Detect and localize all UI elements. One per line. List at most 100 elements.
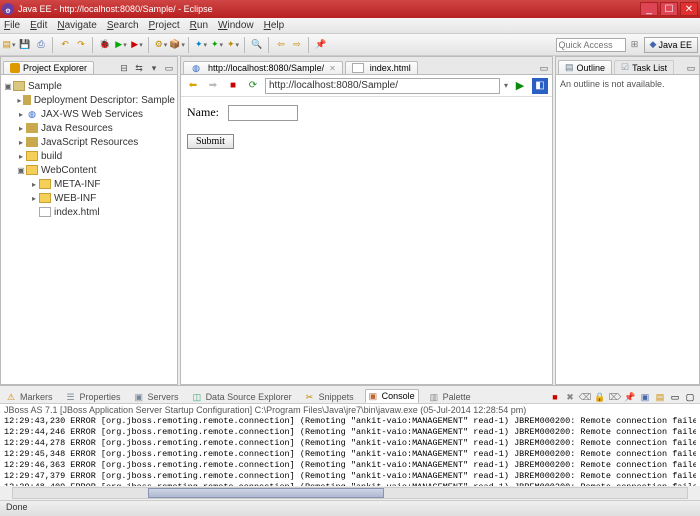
redo-icon[interactable]: ↷ [74,38,88,52]
globe-icon: ◍ [26,109,38,119]
maximize-button[interactable]: ☐ [660,2,678,16]
pin-icon[interactable]: 📌 [314,38,328,52]
menu-run[interactable]: Run [190,20,208,31]
tab-snippets[interactable]: ✂Snippets [303,391,357,403]
minimize-button[interactable]: _ [640,2,658,16]
scroll-lock-icon[interactable]: 🔒 [594,391,606,403]
palette-icon: ▥ [430,392,440,402]
clear-console-icon[interactable]: ⌦ [609,391,621,403]
browser-stop-icon[interactable]: ■ [225,78,241,94]
nav-back-icon[interactable]: ⇦ [274,38,288,52]
tab-console[interactable]: ▣Console [365,389,419,403]
name-label: Name: [187,105,219,119]
tab-palette[interactable]: ▥Palette [427,391,474,403]
new-server-icon[interactable]: ⚙ [154,38,168,52]
run-ext-icon[interactable]: ▶ [130,38,144,52]
menu-search[interactable]: Search [107,20,139,31]
open-console-icon[interactable]: ▤ [654,391,666,403]
save-all-icon[interactable]: ⎙ [34,38,48,52]
nav-fwd-icon[interactable]: ⇨ [290,38,304,52]
remove-launch-icon[interactable]: ✖ [564,391,576,403]
console-output[interactable]: 12:29:43,230 ERROR [org.jboss.remoting.r… [0,416,700,486]
console-scrollbar[interactable] [0,486,700,500]
wizard-icon[interactable]: ✦ [194,38,208,52]
package-icon[interactable]: 📦 [170,38,184,52]
outline-title: Outline [577,63,606,73]
tab-properties[interactable]: ☰Properties [64,391,124,403]
menu-edit[interactable]: Edit [30,20,47,31]
tree-item[interactable]: Deployment Descriptor: Sample [34,95,175,106]
eclipse-icon: ۞ [2,3,14,15]
view-menu-icon[interactable]: ▾ [148,62,160,74]
tab-markers[interactable]: ⚠Markers [4,391,56,403]
maximize-bottom-icon[interactable]: ▢ [684,391,696,403]
tree-item[interactable]: JAX-WS Web Services [41,109,143,120]
minimize-bottom-icon[interactable]: ▭ [669,391,681,403]
address-bar[interactable]: http://localhost:8080/Sample/ [265,78,500,94]
pin-console-icon[interactable]: 📌 [624,391,636,403]
console-header: JBoss AS 7.1 [JBoss Application Server S… [0,404,700,416]
browser-refresh-icon[interactable]: ⟳ [245,78,261,94]
project-explorer-tab[interactable]: Project Explorer [3,61,94,74]
tree-item[interactable]: WEB-INF [54,193,96,204]
collapse-all-icon[interactable]: ⊟ [118,62,130,74]
browser-menu-icon[interactable]: ◧ [532,78,548,94]
menubar: File Edit Navigate Search Project Run Wi… [0,18,700,34]
editor-tab-browser[interactable]: ◍ http://localhost:8080/Sample/ ✕ [183,61,343,74]
tree-root[interactable]: Sample [28,81,62,92]
tree-item[interactable]: index.html [54,207,100,218]
close-tab-icon[interactable]: ✕ [329,64,336,73]
address-dropdown-icon[interactable]: ▾ [504,81,508,90]
browser-forward-icon[interactable]: ➡ [205,78,221,94]
debug-icon[interactable]: 🐞 [98,38,112,52]
minimize-view-icon[interactable]: ▭ [163,62,175,74]
menu-file[interactable]: File [4,20,20,31]
search-icon[interactable]: 🔍 [250,38,264,52]
project-tree[interactable]: ▣Sample ▸Deployment Descriptor: Sample ▸… [1,75,177,384]
perspective-javaee[interactable]: ◆ Java EE [644,37,698,53]
menu-window[interactable]: Window [218,20,254,31]
browser-back-icon[interactable]: ⬅ [185,78,201,94]
terminate-icon[interactable]: ■ [549,391,561,403]
open-perspective-icon[interactable]: ⊞ [628,38,642,52]
maximize-editor-icon[interactable]: ▭ [538,62,550,74]
console-line: 12:29:44,278 ERROR [org.jboss.remoting.r… [4,438,696,449]
wizard3-icon[interactable]: ✦ [226,38,240,52]
undo-icon[interactable]: ↶ [58,38,72,52]
snippets-icon: ✂ [306,392,316,402]
close-button[interactable]: ✕ [680,2,698,16]
markers-icon: ⚠ [7,392,17,402]
tree-item[interactable]: WebContent [41,165,96,176]
editor-tab-label: http://localhost:8080/Sample/ [208,63,324,73]
globe-icon: ◍ [190,63,202,73]
tree-item[interactable]: Java Resources [41,123,113,134]
java-resources-icon [26,123,38,133]
tasklist-tab[interactable]: ☑ Task List [614,60,674,74]
link-editor-icon[interactable]: ⇆ [133,62,145,74]
tree-item[interactable]: JavaScript Resources [41,137,138,148]
console-line: 12:29:47,379 ERROR [org.jboss.remoting.r… [4,471,696,482]
save-icon[interactable]: 💾 [18,38,32,52]
submit-button[interactable]: Submit [187,134,234,149]
menu-navigate[interactable]: Navigate [57,20,96,31]
editor-tab-index[interactable]: index.html [345,61,418,74]
name-input[interactable] [228,105,298,121]
run-icon[interactable]: ▶ [114,38,128,52]
menu-help[interactable]: Help [264,20,285,31]
tab-servers[interactable]: ▣Servers [132,391,182,403]
tab-datasource[interactable]: ◫Data Source Explorer [190,391,295,403]
menu-project[interactable]: Project [149,20,180,31]
tree-item[interactable]: META-INF [54,179,100,190]
quick-access-input[interactable] [556,38,626,52]
go-icon[interactable]: ▶ [512,78,528,94]
new-icon[interactable]: ▤ [2,38,16,52]
outline-tab[interactable]: ▤ Outline [558,60,612,74]
window-title: Java EE - http://localhost:8080/Sample/ … [18,4,213,14]
remove-all-icon[interactable]: ⌫ [579,391,591,403]
display-console-icon[interactable]: ▣ [639,391,651,403]
console-line: 12:29:45,348 ERROR [org.jboss.remoting.r… [4,449,696,460]
wizard2-icon[interactable]: ✦ [210,38,224,52]
console-line: 12:29:46,363 ERROR [org.jboss.remoting.r… [4,460,696,471]
minimize-view-icon[interactable]: ▭ [685,62,697,74]
tree-item[interactable]: build [41,151,62,162]
